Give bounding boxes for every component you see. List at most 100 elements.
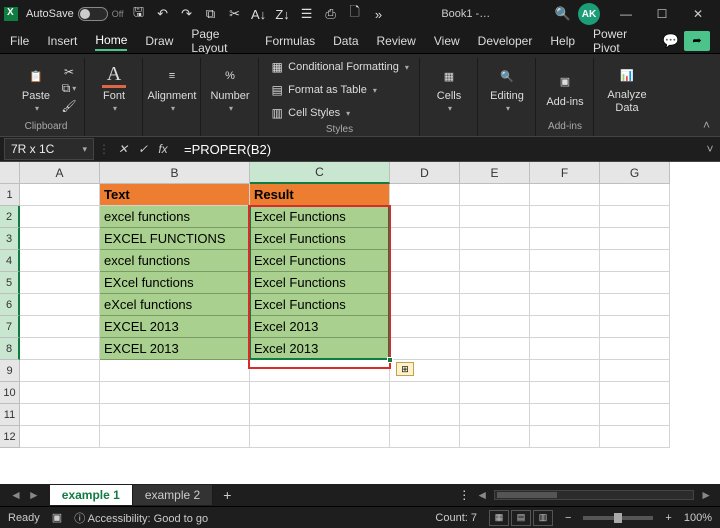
col-header-C[interactable]: C <box>250 162 390 184</box>
cell-F11[interactable] <box>530 404 600 426</box>
sheet-tab-example-1[interactable]: example 1 <box>50 485 133 505</box>
col-header-E[interactable]: E <box>460 162 530 184</box>
row-header-8[interactable]: 8 <box>0 338 20 360</box>
cell-G4[interactable] <box>600 250 670 272</box>
cell-A5[interactable] <box>20 272 100 294</box>
editing-button[interactable]: 🔍 Editing ▾ <box>487 64 527 113</box>
formula-input[interactable]: =PROPER(B2) <box>176 142 700 157</box>
row-header-3[interactable]: 3 <box>0 228 20 250</box>
cell-F9[interactable] <box>530 360 600 382</box>
cell-area[interactable]: TextResultexcel functionsExcel Functions… <box>20 184 720 484</box>
row-header-6[interactable]: 6 <box>0 294 20 316</box>
analyze-data-button[interactable]: 📊 Analyze Data <box>603 63 651 113</box>
close-button[interactable]: ✕ <box>680 0 716 28</box>
cell-C5[interactable]: Excel Functions <box>250 272 390 294</box>
cell-B12[interactable] <box>100 426 250 448</box>
redo-icon[interactable]: ↷ <box>180 7 194 21</box>
cell-D5[interactable] <box>390 272 460 294</box>
toggle-off-icon[interactable] <box>78 7 108 21</box>
cell-A10[interactable] <box>20 382 100 404</box>
cell-D6[interactable] <box>390 294 460 316</box>
ribbon-tab-insert[interactable]: Insert <box>47 32 77 50</box>
cell-G8[interactable] <box>600 338 670 360</box>
cell-C10[interactable] <box>250 382 390 404</box>
cell-F10[interactable] <box>530 382 600 404</box>
cut-icon[interactable]: ✂ <box>228 7 242 21</box>
col-header-A[interactable]: A <box>20 162 100 184</box>
row-header-9[interactable]: 9 <box>0 360 20 382</box>
ribbon-tab-file[interactable]: File <box>10 32 29 50</box>
cell-G3[interactable] <box>600 228 670 250</box>
cell-C4[interactable]: Excel Functions <box>250 250 390 272</box>
cell-G6[interactable] <box>600 294 670 316</box>
ribbon-tab-review[interactable]: Review <box>377 32 416 50</box>
cell-G1[interactable] <box>600 184 670 206</box>
zoom-level[interactable]: 100% <box>684 512 712 524</box>
normal-view-icon[interactable]: ▦ <box>489 510 509 526</box>
number-button[interactable]: % Number ▾ <box>210 64 250 113</box>
row-headers[interactable]: 123456789101112 <box>0 184 20 484</box>
enter-formula-icon[interactable]: ✓ <box>134 139 152 159</box>
cell-A8[interactable] <box>20 338 100 360</box>
maximize-button[interactable]: ☐ <box>644 0 680 28</box>
cell-E3[interactable] <box>460 228 530 250</box>
format-as-table-button[interactable]: ▤Format as Table▾ <box>270 81 409 99</box>
paste-button[interactable]: 📋 Paste ▾ <box>16 64 56 113</box>
row-header-5[interactable]: 5 <box>0 272 20 294</box>
fx-icon[interactable]: fx <box>154 139 172 159</box>
more-icon[interactable]: » <box>372 7 386 21</box>
scroll-left-icon[interactable]: ◄ <box>476 488 488 502</box>
row-header-7[interactable]: 7 <box>0 316 20 338</box>
page-break-view-icon[interactable]: ▥ <box>533 510 553 526</box>
cell-G7[interactable] <box>600 316 670 338</box>
zoom-slider[interactable] <box>583 516 653 520</box>
cell-C11[interactable] <box>250 404 390 426</box>
collapse-ribbon-icon[interactable]: ˄ <box>703 118 710 132</box>
column-headers[interactable]: ABCDEFG <box>20 162 720 184</box>
cell-F7[interactable] <box>530 316 600 338</box>
cell-F1[interactable] <box>530 184 600 206</box>
col-header-F[interactable]: F <box>530 162 600 184</box>
font-button[interactable]: A Font ▾ <box>94 64 134 113</box>
row-header-4[interactable]: 4 <box>0 250 20 272</box>
row-header-1[interactable]: 1 <box>0 184 20 206</box>
cell-E5[interactable] <box>460 272 530 294</box>
cell-B1[interactable]: Text <box>100 184 250 206</box>
cell-F2[interactable] <box>530 206 600 228</box>
cell-G10[interactable] <box>600 382 670 404</box>
accessibility-status[interactable]: ⓘ Accessibility: Good to go <box>74 510 208 526</box>
horizontal-scrollbar[interactable] <box>494 490 694 500</box>
add-sheet-button[interactable]: + <box>213 487 241 503</box>
comments-icon[interactable]: 💬 <box>664 34 678 48</box>
ribbon-tab-home[interactable]: Home <box>95 31 127 51</box>
cell-B5[interactable]: EXcel functions <box>100 272 250 294</box>
cell-E10[interactable] <box>460 382 530 404</box>
cell-B4[interactable]: excel functions <box>100 250 250 272</box>
chevron-down-icon[interactable]: ▾ <box>82 144 87 155</box>
cell-A6[interactable] <box>20 294 100 316</box>
cell-E9[interactable] <box>460 360 530 382</box>
worksheet-grid[interactable]: ABCDEFG 123456789101112 TextResultexcel … <box>0 162 720 484</box>
cell-C9[interactable] <box>250 360 390 382</box>
cell-B9[interactable] <box>100 360 250 382</box>
zoom-in-icon[interactable]: + <box>665 512 671 524</box>
cell-A1[interactable] <box>20 184 100 206</box>
ribbon-tab-developer[interactable]: Developer <box>478 32 533 50</box>
tab-scroll-menu-icon[interactable]: ⋮ <box>458 488 470 502</box>
expand-formula-bar-icon[interactable]: ˅ <box>700 142 720 156</box>
cell-D10[interactable] <box>390 382 460 404</box>
cell-D4[interactable] <box>390 250 460 272</box>
cell-G9[interactable] <box>600 360 670 382</box>
cell-E2[interactable] <box>460 206 530 228</box>
cell-A3[interactable] <box>20 228 100 250</box>
cell-D1[interactable] <box>390 184 460 206</box>
copy-icon[interactable]: ⧉▾ <box>62 82 76 96</box>
prev-sheet-icon[interactable]: ◄ <box>10 488 22 502</box>
alignment-button[interactable]: ≡ Alignment ▾ <box>152 64 192 113</box>
undo-icon[interactable]: ↶ <box>156 7 170 21</box>
cell-B2[interactable]: excel functions <box>100 206 250 228</box>
cell-G12[interactable] <box>600 426 670 448</box>
cell-C6[interactable]: Excel Functions <box>250 294 390 316</box>
cells-button[interactable]: ▦ Cells ▾ <box>429 64 469 113</box>
cell-F6[interactable] <box>530 294 600 316</box>
